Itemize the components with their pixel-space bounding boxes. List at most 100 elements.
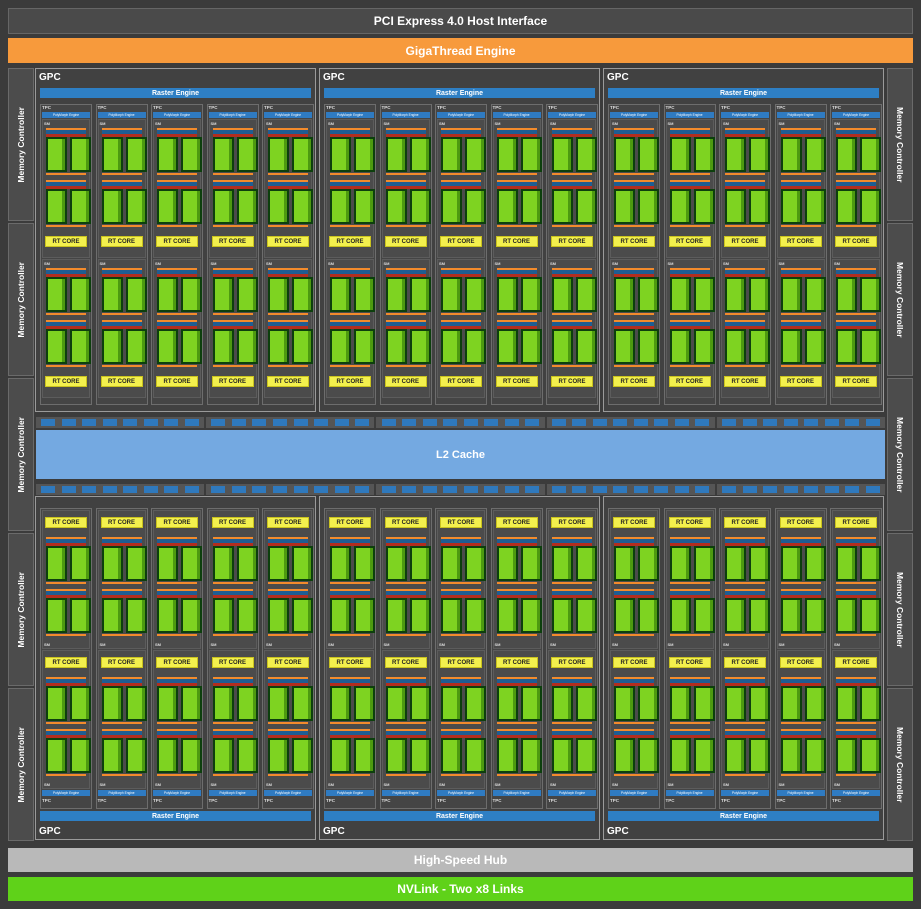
processing-block (45, 729, 91, 779)
tpc-label: TPC (492, 798, 502, 803)
tensor-core-strip (197, 688, 200, 719)
cuda-core-block (552, 329, 573, 364)
cuda-core-block (669, 598, 691, 633)
sm-label: SM (328, 642, 334, 647)
tensor-core-strip (876, 279, 879, 310)
sm-label: SM (778, 782, 785, 787)
cuda-core-block (749, 686, 770, 721)
processing-block (329, 677, 375, 727)
cuda-core-block (125, 277, 147, 312)
tensor-core-strip (568, 600, 571, 631)
tpc-label: TPC (42, 798, 51, 803)
cache-strip (780, 774, 821, 776)
sm-label: SM (612, 642, 618, 647)
tensor-core-strip (512, 548, 516, 579)
memory-controller-right-5: Memory Controller (887, 688, 913, 841)
cuda-core-block (354, 598, 375, 633)
rt-core: RT CORE (267, 236, 309, 247)
tpc: TPC PolyMorph Engine SM RT CORE SM RT CORE (546, 104, 598, 405)
tensor-core-strip (370, 139, 373, 170)
tensor-core-strip (173, 740, 176, 771)
cuda-core-block (576, 738, 597, 773)
crossbar-segment (36, 484, 205, 495)
cuda-core-block (465, 686, 486, 721)
streaming-multiprocessor: SM RT CORE (381, 119, 431, 258)
tensor-core-strip (654, 279, 657, 310)
polymorph-engine: PolyMorph Engine (42, 790, 90, 796)
cuda-core-block (70, 277, 91, 312)
sm-label: SM (612, 261, 618, 266)
cache-strip (552, 634, 592, 636)
memory-controller-label: Memory Controller (16, 571, 26, 648)
cache-strip (157, 774, 197, 776)
tensor-core-strip (568, 279, 571, 310)
cuda-core-block (520, 329, 542, 364)
tensor-core-strip (457, 139, 460, 170)
crossbar-port (164, 419, 179, 426)
cache-strip (101, 774, 142, 776)
tensor-core-strip (346, 600, 349, 631)
sm-label: SM (44, 261, 50, 266)
cache-strip (669, 173, 710, 175)
cuda-core-block (614, 598, 635, 633)
tensor-core-strip (284, 548, 287, 579)
cache-strip (725, 722, 765, 724)
streaming-multiprocessor: SM RT CORE (42, 650, 91, 789)
streaming-multiprocessor: SM RT CORE (610, 119, 659, 258)
sm-label: SM (834, 782, 840, 787)
cache-strip (552, 365, 592, 367)
tensor-core-strip (876, 191, 879, 222)
polymorph-engine: PolyMorph Engine (381, 112, 430, 118)
cuda-core-block (496, 738, 518, 773)
tensor-core-strip (481, 331, 484, 362)
memory-controller-label: Memory Controller (16, 261, 26, 338)
cuda-core-block (693, 189, 715, 224)
cuda-core-block (385, 277, 407, 312)
streaming-multiprocessor: SM RT CORE (832, 119, 881, 258)
processing-block (329, 537, 375, 587)
processing-block (835, 180, 881, 230)
polymorph-engine: PolyMorph Engine (548, 112, 596, 118)
cuda-core-block (496, 329, 518, 364)
streaming-multiprocessor: SM RT CORE (208, 650, 258, 789)
cuda-core-block (70, 546, 91, 581)
streaming-multiprocessor: SM RT CORE (97, 259, 147, 398)
cache-strip (46, 722, 86, 724)
cuda-core-block (101, 546, 123, 581)
cuda-core-block (385, 137, 407, 172)
cache-strip (101, 173, 142, 175)
tensor-core-strip (796, 688, 800, 719)
rt-core: RT CORE (100, 657, 143, 668)
cache-strip (46, 313, 86, 315)
cache-strip (441, 774, 481, 776)
cache-strip (385, 634, 426, 636)
processing-block (780, 537, 826, 587)
crossbar-port (355, 419, 370, 426)
cache-strip (441, 225, 481, 227)
cuda-core-block (669, 738, 691, 773)
tensor-core-strip (252, 139, 256, 170)
processing-block (267, 729, 313, 779)
crossbar-port (865, 486, 880, 493)
cache-strip (157, 313, 197, 315)
streaming-multiprocessor: SM RT CORE (208, 259, 258, 398)
cuda-core-block (520, 277, 542, 312)
processing-block (385, 677, 431, 727)
cache-strip (385, 225, 426, 227)
streaming-multiprocessor: SM RT CORE (548, 259, 597, 398)
processing-block (669, 729, 715, 779)
streaming-multiprocessor: SM RT CORE (610, 259, 659, 398)
memory-controller-label: Memory Controller (895, 261, 905, 338)
crossbar-port (334, 419, 349, 426)
cuda-core-block (860, 738, 881, 773)
streaming-multiprocessor: SM RT CORE (492, 259, 542, 398)
processing-block (613, 537, 659, 587)
tensor-core-strip (852, 331, 855, 362)
cuda-core-block (749, 189, 770, 224)
crossbar-port (674, 486, 689, 493)
cuda-core-block (520, 546, 542, 581)
cuda-core-block (804, 277, 826, 312)
tensor-core-strip (536, 331, 540, 362)
streaming-multiprocessor: SM RT CORE (548, 510, 597, 649)
tpc: TPC PolyMorph Engine SM RT CORE SM RT CORE (490, 508, 543, 809)
